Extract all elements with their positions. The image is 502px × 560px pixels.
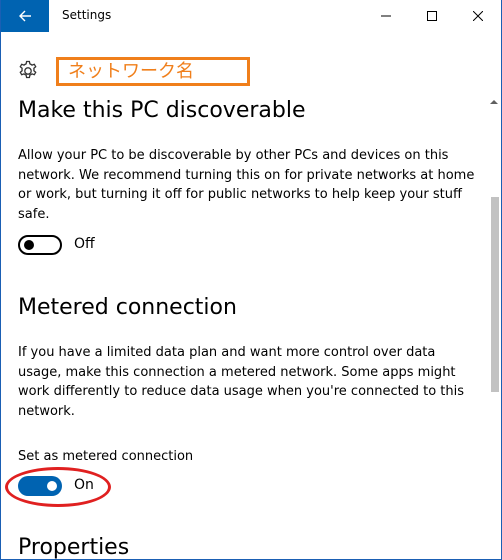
maximize-button[interactable] — [409, 0, 455, 32]
metered-setting-label: Set as metered connection — [18, 449, 194, 464]
close-icon — [473, 11, 483, 21]
discoverable-toggle-state: Off — [74, 236, 95, 252]
vertical-scrollbar[interactable] — [489, 32, 501, 559]
discoverable-toggle[interactable] — [18, 235, 62, 255]
minimize-button[interactable] — [363, 0, 409, 32]
discoverable-description: Allow your PC to be discoverable by othe… — [18, 148, 475, 222]
settings-window: Settings ネットワーク名 Make this PC discoverab… — [0, 0, 502, 560]
maximize-icon — [427, 11, 437, 21]
minimize-icon — [381, 15, 391, 17]
title-bar: Settings — [1, 0, 501, 32]
metered-title: Metered connection — [18, 295, 237, 320]
back-button[interactable] — [1, 0, 49, 32]
app-title: Settings — [62, 8, 112, 22]
toggle-knob — [24, 240, 34, 250]
back-arrow-icon — [19, 10, 31, 22]
settings-content: ネットワーク名 Make this PC discoverable Allow … — [1, 32, 489, 560]
properties-title: Properties — [18, 535, 130, 560]
discoverable-title: Make this PC discoverable — [18, 98, 306, 123]
metered-description: If you have a limited data plan and want… — [18, 345, 465, 419]
scroll-up-arrow-icon[interactable] — [490, 98, 498, 106]
gear-icon — [17, 60, 39, 82]
highlight-ellipse — [5, 467, 111, 507]
close-button[interactable] — [455, 0, 501, 32]
network-name-label: ネットワーク名 — [56, 57, 250, 86]
scrollbar-thumb[interactable] — [491, 197, 499, 392]
